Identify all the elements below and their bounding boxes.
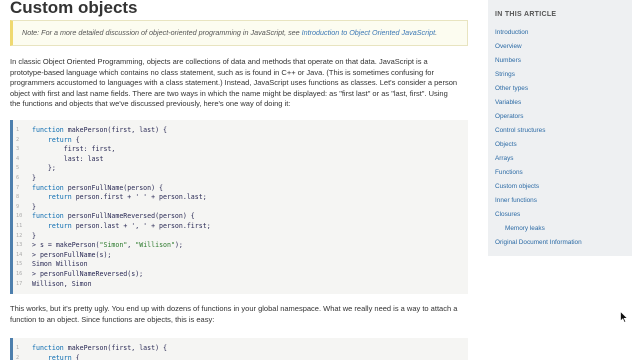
line-number: 3 xyxy=(16,146,20,153)
toc-item-custom-objects[interactable]: Custom objects xyxy=(495,183,539,190)
line-number: 2 xyxy=(16,354,20,360)
code-text: function personFullNameReversed(person) … xyxy=(32,212,195,221)
toc-item-control-structures[interactable]: Control structures xyxy=(495,127,545,134)
paragraph-line: object with first and last name fields. … xyxy=(10,88,448,98)
line-number: 7 xyxy=(16,184,20,191)
line-number: 17 xyxy=(16,280,23,287)
code-text: } xyxy=(32,173,36,182)
code-line: 8 return person.first + ' ' + person.las… xyxy=(13,193,468,203)
code-text: return person.first + ' ' + person.last; xyxy=(47,193,207,202)
toc-item-functions[interactable]: Functions xyxy=(495,169,523,176)
toc-item-other-types[interactable]: Other types xyxy=(495,85,528,92)
code-text: Willison, Simon xyxy=(32,279,92,288)
code-line: 11 return person.last + ', ' + person.fi… xyxy=(13,222,468,232)
line-number: 12 xyxy=(16,232,23,239)
code-text: } xyxy=(32,231,36,240)
code-text: return person.last + ', ' + person.first… xyxy=(47,221,211,230)
note-text: Note: For a more detailed discussion of … xyxy=(22,28,302,37)
mouse-cursor-icon xyxy=(620,311,628,323)
toc-item-objects[interactable]: Objects xyxy=(495,141,517,148)
code-line: 1 function makePerson(first, last) { xyxy=(13,126,468,136)
toc-item-introduction[interactable]: Introduction xyxy=(495,29,528,36)
code-line: 16 > personFullNameReversed(s); xyxy=(13,270,468,280)
toc-item-closures[interactable]: Closures xyxy=(495,211,520,218)
code-line: 1 function makePerson(first, last) { xyxy=(13,344,468,354)
code-text: > personFullName(s); xyxy=(32,250,112,259)
code-line: 15 Simon Willison xyxy=(13,260,468,270)
code-text: } xyxy=(32,202,36,211)
code-line: 3 first: first, xyxy=(13,145,468,155)
toc-item-numbers[interactable]: Numbers xyxy=(495,57,521,64)
intro-paragraph: In classic Object Oriented Programming, … xyxy=(10,57,457,110)
line-number: 14 xyxy=(16,251,23,258)
toc-item-strings[interactable]: Strings xyxy=(495,71,515,78)
code-text: > personFullNameReversed(s); xyxy=(32,269,144,278)
paragraph-line: In classic Object Oriented Programming, … xyxy=(10,57,428,66)
code-text: first: first, xyxy=(32,145,116,154)
table-of-contents: IN THIS ARTICLE Introduction Overview Numb… xyxy=(488,0,632,256)
code-line: 13 > s = makePerson("Simon", "Willison"); xyxy=(13,241,468,251)
toc-item-operators[interactable]: Operators xyxy=(495,113,523,120)
toc-item-original-document-information[interactable]: Original Document Information xyxy=(495,239,582,246)
code-text: function makePerson(first, last) { xyxy=(32,126,167,134)
line-number: 10 xyxy=(16,213,23,220)
note-link[interactable]: Introduction to Object Oriented JavaScri… xyxy=(302,28,435,37)
code-line: 17 Willison, Simon xyxy=(13,280,468,290)
code-text: return { xyxy=(47,135,80,144)
followup-paragraph: This works, but it's pretty ugly. You en… xyxy=(10,304,457,325)
code-line: 14 > personFullName(s); xyxy=(13,251,468,261)
line-number: 1 xyxy=(16,345,20,351)
article-content: Custom objects Note: For a more detailed… xyxy=(0,0,474,360)
code-line: 5 }; xyxy=(13,164,468,174)
line-number: 16 xyxy=(16,270,23,277)
paragraph-line: the functions and objects that we've dis… xyxy=(10,99,291,109)
line-number: 13 xyxy=(16,242,23,249)
code-block-2: 1 function makePerson(first, last) { 2 ret… xyxy=(10,338,468,360)
line-number: 1 xyxy=(16,127,20,133)
line-number: 15 xyxy=(16,261,23,268)
line-number: 9 xyxy=(16,203,20,210)
line-number: 6 xyxy=(16,174,20,181)
code-line: 10 function personFullNameReversed(person… xyxy=(13,212,468,222)
line-number: 11 xyxy=(16,222,23,229)
code-text: function personFullName(person) { xyxy=(32,183,164,192)
code-text: last: last xyxy=(32,154,104,163)
code-text: return { xyxy=(47,353,80,360)
code-text: }; xyxy=(32,164,56,173)
note-box: Note: For a more detailed discussion of … xyxy=(10,20,468,46)
paragraph-line: This works, but it's pretty ugly. You en… xyxy=(10,304,458,313)
code-line: 2 return { xyxy=(13,136,468,146)
code-line: 7 function personFullName(person) { xyxy=(13,184,468,194)
paragraph-line: programmers accustomed to languages with… xyxy=(10,78,458,88)
line-number: 2 xyxy=(16,136,20,143)
paragraph-line: prototype-based language which contains … xyxy=(10,67,434,77)
toc-item-memory-leaks[interactable]: Memory leaks xyxy=(505,225,545,232)
code-line: 12} xyxy=(13,232,468,242)
code-line: 4 last: last xyxy=(13,155,468,165)
code-text: > s = makePerson("Simon", "Willison"); xyxy=(32,241,183,250)
line-number: 8 xyxy=(16,194,20,201)
toc-item-arrays[interactable]: Arrays xyxy=(495,155,513,162)
paragraph-line: function to an object. Since functions a… xyxy=(10,314,215,324)
code-line: 9} xyxy=(13,203,468,213)
toc-item-overview[interactable]: Overview xyxy=(495,43,522,50)
toc-heading: IN THIS ARTICLE xyxy=(495,11,557,18)
line-number: 5 xyxy=(16,165,20,172)
code-text: function makePerson(first, last) { xyxy=(32,344,167,352)
line-number: 4 xyxy=(16,155,20,162)
code-block: 1 function makePerson(first, last) { 2 ret… xyxy=(10,120,468,294)
code-line: 6} xyxy=(13,174,468,184)
toc-item-inner-functions[interactable]: Inner functions xyxy=(495,197,537,204)
toc-item-variables[interactable]: Variables xyxy=(495,99,521,106)
code-line: 2 return { xyxy=(13,354,468,360)
code-text: Simon Willison xyxy=(32,260,88,269)
note-suffix: . xyxy=(435,28,438,37)
page-title: Custom objects xyxy=(10,0,138,17)
